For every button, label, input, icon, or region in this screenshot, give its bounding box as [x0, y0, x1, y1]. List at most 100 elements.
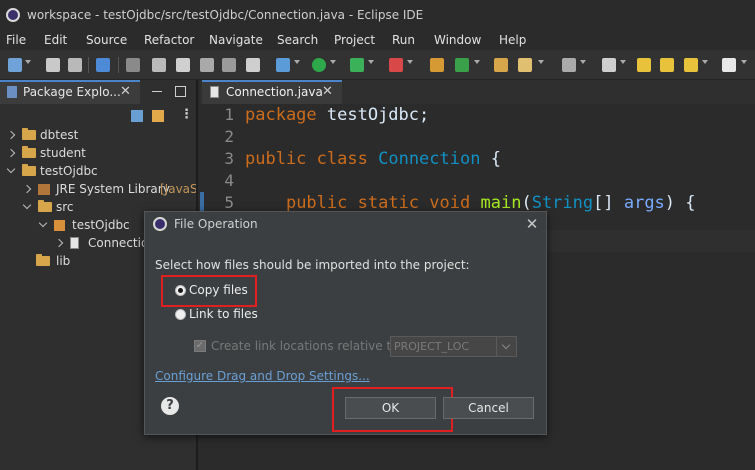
- forward-icon[interactable]: [722, 58, 736, 72]
- folder-icon: [36, 254, 50, 266]
- menu-run[interactable]: Run: [392, 33, 415, 47]
- tab-connection-java[interactable]: Connection.java ✕: [202, 80, 342, 104]
- new-java-project-icon[interactable]: [430, 58, 444, 72]
- configure-dnd-settings-link[interactable]: Configure Drag and Drop Settings...: [155, 369, 370, 383]
- brush-icon[interactable]: [518, 58, 532, 72]
- code-text: package testOjdbc;: [245, 105, 429, 125]
- menu-source[interactable]: Source: [86, 33, 127, 47]
- pin-icon[interactable]: [602, 58, 616, 72]
- chevron-down-icon[interactable]: [22, 200, 32, 210]
- chevron-down-icon[interactable]: [496, 337, 517, 356]
- code-token: []: [593, 193, 624, 213]
- back-icon[interactable]: [684, 58, 698, 72]
- save-all-icon[interactable]: [68, 58, 82, 72]
- prev-edit-icon[interactable]: [637, 58, 651, 72]
- package-explorer-icon: [7, 86, 17, 98]
- external-tools-icon[interactable]: [389, 58, 403, 72]
- run-icon[interactable]: [312, 58, 326, 72]
- menu-refactor[interactable]: Refactor: [144, 33, 194, 47]
- highlight-box-ok: [332, 387, 453, 432]
- code-token: main: [480, 193, 522, 213]
- dialog-prompt: Select how files should be imported into…: [155, 258, 470, 272]
- save-icon[interactable]: [46, 58, 60, 72]
- outline-icon[interactable]: [222, 58, 236, 72]
- code-line[interactable]: 4: [200, 171, 755, 193]
- chevron-right-icon[interactable]: [22, 184, 32, 194]
- minimize-icon[interactable]: [152, 91, 162, 92]
- spell-icon[interactable]: [152, 58, 166, 72]
- library-icon: [38, 184, 50, 195]
- search-doc-icon[interactable]: [200, 58, 214, 72]
- source-folder-icon: [38, 200, 52, 212]
- code-token: args: [623, 193, 665, 213]
- menu-search[interactable]: Search: [277, 33, 318, 47]
- view-menu-icon[interactable]: ⋮: [180, 107, 193, 122]
- debug-icon[interactable]: [276, 58, 290, 72]
- code-line[interactable]: 3 public class Connection {: [200, 149, 755, 171]
- eclipse-logo-icon: [6, 8, 20, 22]
- tree-item-testojdbc-project[interactable]: testOjdbc: [4, 163, 194, 181]
- cancel-button[interactable]: Cancel: [443, 397, 534, 419]
- chevron-down-icon[interactable]: [6, 164, 16, 174]
- code-token: ) {: [664, 193, 696, 213]
- create-link-relative-label: Create link locations relative to:: [211, 339, 403, 353]
- open-console-icon[interactable]: [96, 58, 110, 72]
- package-icon: [54, 220, 65, 231]
- tree-item-label: testOjdbc: [40, 164, 98, 178]
- next-edit-icon[interactable]: [660, 58, 674, 72]
- tree-item-dbtest[interactable]: dbtest: [4, 127, 194, 145]
- new-icon[interactable]: [8, 58, 22, 72]
- link-files-label[interactable]: Link to files: [189, 307, 258, 321]
- menu-project[interactable]: Project: [334, 33, 375, 47]
- new-class-icon[interactable]: [455, 58, 469, 72]
- chevron-right-icon[interactable]: [6, 130, 16, 140]
- tab-package-explorer[interactable]: Package Explo... ✕: [0, 80, 140, 104]
- annotation-icon[interactable]: [562, 58, 576, 72]
- skip-breakpoints-icon[interactable]: [126, 58, 140, 72]
- project-folder-icon: [22, 146, 36, 158]
- tree-item-label: student: [40, 146, 86, 160]
- menu-file[interactable]: File: [6, 33, 26, 47]
- editor-tab-bar: Connection.java ✕: [200, 80, 755, 104]
- link-with-editor-icon[interactable]: [152, 110, 164, 122]
- tree-item-label: src: [56, 200, 74, 214]
- code-token: String: [531, 193, 594, 213]
- menu-edit[interactable]: Edit: [44, 33, 67, 47]
- code-token: package: [245, 105, 317, 125]
- chevron-right-icon[interactable]: [54, 238, 64, 248]
- file-operation-dialog: File Operation ✕ Select how files should…: [144, 211, 547, 435]
- tree-item-jre-library[interactable]: JRE System Library [JavaS: [20, 181, 196, 199]
- open-type-icon[interactable]: [494, 58, 508, 72]
- code-token: (: [521, 193, 532, 213]
- code-line[interactable]: 2: [200, 127, 755, 149]
- tree-item-suffix: [JavaS: [160, 182, 196, 196]
- close-icon[interactable]: ✕: [524, 215, 540, 233]
- link-location-select[interactable]: PROJECT_LOC: [390, 336, 517, 357]
- code-line[interactable]: 1 package testOjdbc;: [200, 105, 755, 127]
- menu-window[interactable]: Window: [434, 33, 481, 47]
- code-token: class: [316, 149, 368, 169]
- new-dropdown-icon[interactable]: [25, 60, 31, 64]
- run-last-icon[interactable]: [350, 58, 364, 72]
- show-whitespace-icon[interactable]: [246, 58, 260, 72]
- chevron-right-icon[interactable]: [6, 148, 16, 158]
- tree-item-student[interactable]: student: [4, 145, 194, 163]
- collapse-all-icon[interactable]: [131, 110, 143, 122]
- eclipse-logo-icon: [153, 217, 167, 231]
- menu-navigate[interactable]: Navigate: [209, 33, 263, 47]
- edit-icon[interactable]: [176, 58, 190, 72]
- maximize-icon[interactable]: [175, 86, 186, 97]
- window-title: workspace - testOjdbc/src/testOjdbc/Conn…: [27, 8, 424, 22]
- close-icon[interactable]: ✕: [120, 84, 131, 99]
- close-icon[interactable]: ✕: [322, 84, 333, 99]
- help-icon[interactable]: ?: [161, 397, 179, 415]
- chevron-down-icon[interactable]: [38, 218, 48, 228]
- menu-help[interactable]: Help: [499, 33, 526, 47]
- create-link-relative-checkbox[interactable]: ✓: [194, 340, 206, 352]
- link-files-radio[interactable]: [175, 309, 186, 320]
